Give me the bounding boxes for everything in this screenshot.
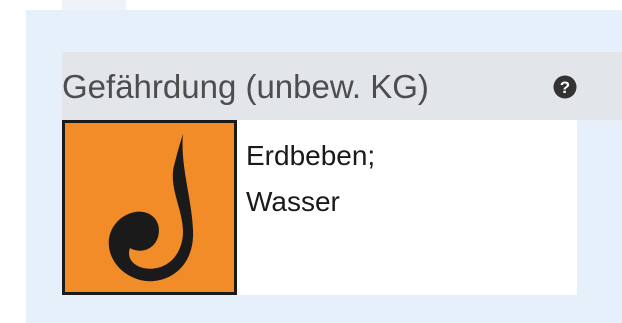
hazard-item-water: Wasser [246, 186, 340, 217]
hazard-list: Erdbeben; Wasser [246, 133, 375, 225]
section-title: Gefährdung (unbew. KG) [62, 68, 429, 105]
hazard-item-earthquake: Erdbeben; [246, 140, 376, 171]
svg-text:?: ? [560, 78, 570, 97]
question-circle-icon[interactable]: ? [553, 75, 577, 99]
water-drop-hazard-icon [62, 120, 237, 295]
